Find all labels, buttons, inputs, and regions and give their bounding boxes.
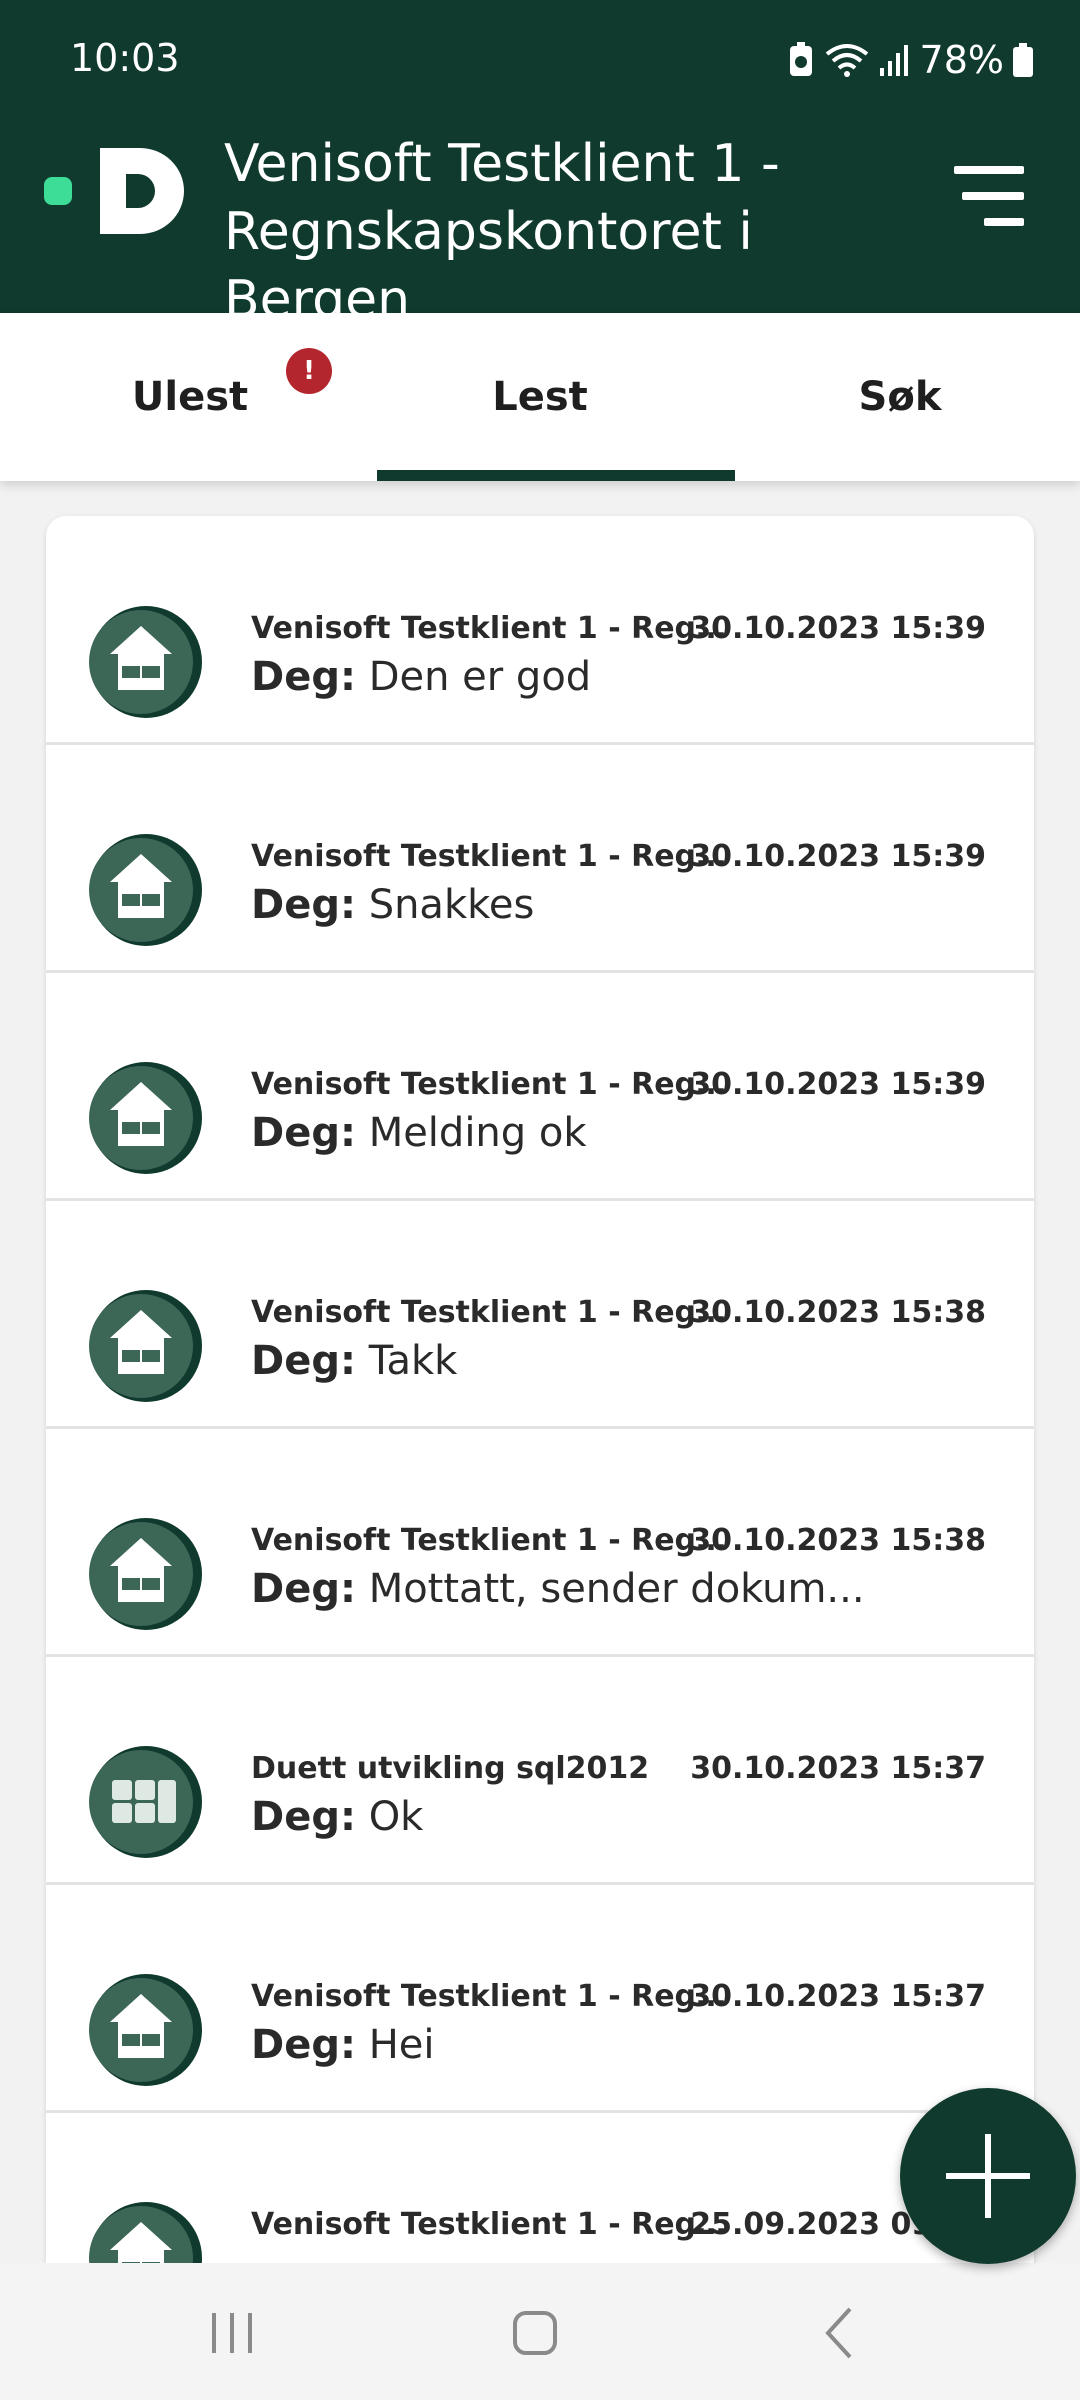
message-preview: Deg: Mottatt, sender dokum...: [251, 1566, 971, 1612]
new-message-button[interactable]: [900, 2088, 1076, 2264]
battery-percentage: 78%: [919, 38, 1004, 82]
battery-icon: [1013, 43, 1033, 77]
menu-button[interactable]: [954, 162, 1026, 228]
status-time: 10:03: [70, 36, 180, 80]
back-icon: [825, 2307, 852, 2359]
client-title-line1: Venisoft Testklient 1 -: [224, 134, 780, 194]
message-author: Deg:: [251, 1338, 356, 1384]
message-list: Venisoft Testklient 1 - Regnsk...30.10.2…: [46, 516, 1034, 2263]
message-preview: Deg: Den er god: [251, 654, 971, 700]
message-text: Den er god: [368, 654, 592, 700]
message-preview: Deg: Snakkes: [251, 882, 971, 928]
menu-icon: [954, 166, 1024, 174]
calculator-icon: [88, 1744, 204, 1860]
message-sender: Venisoft Testklient 1 - Regnsk...: [251, 1523, 731, 1558]
back-button[interactable]: [758, 2263, 918, 2400]
message-text: Takk: [368, 1338, 458, 1384]
tab-search[interactable]: Søk: [720, 313, 1080, 481]
active-tab-indicator: [377, 470, 735, 481]
message-text: Hei: [368, 2022, 435, 2068]
message-sender: Venisoft Testklient 1 - Regnsk...: [251, 839, 731, 874]
message-text: Mottatt, sender dokum...: [368, 1566, 865, 1612]
menu-icon-bar: [962, 192, 1024, 200]
message-row[interactable]: Venisoft Testklient 1 - Regnsk...30.10.2…: [46, 1200, 1034, 1429]
unread-badge: !: [286, 348, 332, 394]
message-sender: Venisoft Testklient 1 - Regnsk...: [251, 1067, 731, 1102]
house-icon: [88, 1516, 204, 1632]
message-row[interactable]: Venisoft Testklient 1 - Regnsk...30.10.2…: [46, 1884, 1034, 2113]
tab-read[interactable]: Lest: [360, 313, 720, 481]
message-preview: Deg: Hei: [251, 2022, 971, 2068]
signal-icon: [879, 45, 908, 76]
home-button[interactable]: [455, 2263, 615, 2400]
message-timestamp: 30.10.2023 15:39: [690, 839, 986, 874]
message-sender: Venisoft Testklient 1 - Regnsk...: [251, 2207, 731, 2242]
recent-apps-button[interactable]: [152, 2263, 312, 2400]
house-icon: [88, 1288, 204, 1404]
app-header: 10:03 78% Venisoft Testklient 1 - Regnsk…: [0, 0, 1080, 330]
message-row[interactable]: Venisoft Testklient 1 - Regnsk...30.10.2…: [46, 1428, 1034, 1657]
message-row[interactable]: Venisoft Testklient 1 - Regnsk...30.10.2…: [46, 744, 1034, 973]
message-timestamp: 30.10.2023 15:38: [690, 1295, 986, 1330]
message-sender: Venisoft Testklient 1 - Regnsk...: [251, 1295, 731, 1330]
message-timestamp: 30.10.2023 15:39: [690, 1067, 986, 1102]
tab-bar: Ulest Lest Søk: [0, 313, 1080, 481]
tab-unread[interactable]: Ulest: [10, 313, 370, 481]
house-icon: [88, 1060, 204, 1176]
message-text: Melding ok: [368, 1110, 587, 1156]
wifi-icon: [825, 44, 868, 77]
message-sender: Duett utvikling sql2012: [251, 1751, 650, 1786]
client-title: Venisoft Testklient 1 - Regnskapskontore…: [224, 130, 924, 334]
app-logo: [44, 148, 184, 234]
message-preview: Deg: Melding ok: [251, 1110, 971, 1156]
message-list-area: Venisoft Testklient 1 - Regnsk...30.10.2…: [0, 481, 1080, 2263]
home-icon: [513, 2311, 557, 2355]
message-sender: Venisoft Testklient 1 - Regnsk...: [251, 611, 731, 646]
system-navigation-bar: [0, 2263, 1080, 2400]
message-timestamp: 30.10.2023 15:37: [690, 1751, 986, 1786]
message-timestamp: 30.10.2023 15:38: [690, 1523, 986, 1558]
app-root: 10:03 78% Venisoft Testklient 1 - Regnsk…: [0, 0, 1080, 2400]
message-timestamp: 30.10.2023 15:37: [690, 1979, 986, 2014]
house-icon: [88, 604, 204, 720]
message-row[interactable]: Venisoft Testklient 1 - Regnsk...30.10.2…: [46, 972, 1034, 1201]
house-icon: [88, 832, 204, 948]
plus-icon-vertical: [985, 2134, 991, 2218]
battery-saver-icon: [789, 42, 812, 76]
message-sender: Venisoft Testklient 1 - Regnsk...: [251, 1979, 731, 2014]
status-icons: 78%: [786, 36, 1034, 84]
message-author: Deg:: [251, 1110, 356, 1156]
message-row[interactable]: Duett utvikling sql2012 30.10.2023 15:37 D…: [46, 1656, 1034, 1885]
message-author: Deg:: [251, 654, 356, 700]
message-author: Deg:: [251, 882, 356, 928]
message-author: Deg:: [251, 1794, 356, 1840]
message-preview: Deg: Ok: [251, 1794, 971, 1840]
message-timestamp: 30.10.2023 15:39: [690, 611, 986, 646]
house-icon: [88, 1972, 204, 2088]
house-icon: [88, 2200, 204, 2263]
recent-apps-icon: [212, 2313, 252, 2353]
message-row[interactable]: Venisoft Testklient 1 - Regnsk...30.10.2…: [46, 516, 1034, 745]
message-author: Deg:: [251, 2022, 356, 2068]
message-text: Ok: [368, 1794, 424, 1840]
message-text: Snakkes: [368, 882, 535, 928]
menu-icon-bar: [984, 218, 1024, 226]
message-author: Deg:: [251, 1566, 356, 1612]
message-preview: Deg: Takk: [251, 1338, 971, 1384]
message-row[interactable]: Venisoft Testklient 1 - Regnsk...25.09.2…: [46, 2112, 1034, 2263]
